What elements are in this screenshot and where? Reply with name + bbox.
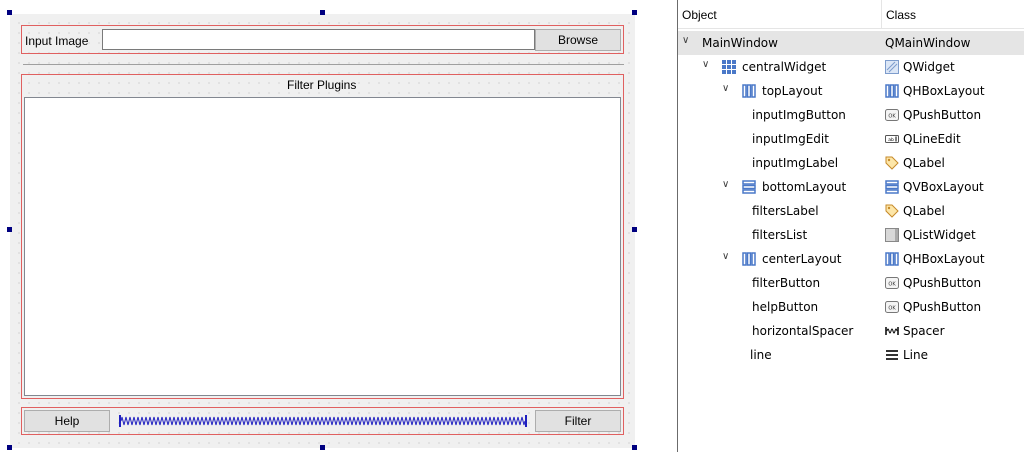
tree-row[interactable]: line Line bbox=[678, 343, 1024, 367]
object-name: filtersList bbox=[752, 228, 808, 242]
column-class[interactable]: Class bbox=[886, 8, 916, 22]
push-button-icon: OK bbox=[885, 276, 899, 290]
chevron-down-icon[interactable]: ∨ bbox=[722, 83, 729, 94]
object-name: helpButton bbox=[752, 300, 819, 314]
inspector-header: Object Class bbox=[678, 0, 1024, 29]
object-class: QListWidget bbox=[903, 228, 976, 242]
chevron-down-icon[interactable]: ∨ bbox=[682, 35, 689, 46]
column-object[interactable]: Object bbox=[682, 8, 717, 22]
input-image-field[interactable] bbox=[102, 29, 535, 50]
label-tag-icon bbox=[885, 204, 899, 218]
line-icon bbox=[885, 348, 899, 362]
object-class: QPushButton bbox=[903, 300, 982, 314]
resize-handle-br[interactable] bbox=[632, 445, 637, 450]
chevron-down-icon[interactable]: ∨ bbox=[722, 251, 729, 262]
list-widget-icon bbox=[885, 228, 899, 242]
object-class: Spacer bbox=[903, 324, 945, 338]
resize-handle-bl[interactable] bbox=[7, 445, 12, 450]
push-button-icon: OK bbox=[885, 108, 899, 122]
tree-row[interactable]: filterButton OK QPushButton bbox=[678, 271, 1024, 295]
object-class: QHBoxLayout bbox=[903, 252, 985, 266]
object-name: inputImgButton bbox=[752, 108, 846, 122]
hbox-layout-icon bbox=[885, 84, 899, 98]
object-name: MainWindow bbox=[702, 36, 778, 50]
object-name: inputImgLabel bbox=[752, 156, 839, 170]
object-class: QLineEdit bbox=[903, 132, 961, 146]
tree-row[interactable]: inputImgEdit ab QLineEdit bbox=[678, 127, 1024, 151]
object-class: QPushButton bbox=[903, 276, 982, 290]
input-image-label: Input Image bbox=[25, 34, 89, 48]
object-name: centralWidget bbox=[742, 60, 827, 74]
object-class: Line bbox=[903, 348, 929, 362]
help-button[interactable]: Help bbox=[24, 410, 110, 432]
line-edit-icon: ab bbox=[885, 132, 899, 146]
resize-handle-bm[interactable] bbox=[320, 445, 325, 450]
grid-layout-icon bbox=[722, 60, 736, 74]
hbox-layout-icon bbox=[742, 252, 756, 266]
object-name: filterButton bbox=[752, 276, 821, 290]
chevron-down-icon[interactable]: ∨ bbox=[722, 179, 729, 190]
filter-plugins-label: Filter Plugins bbox=[287, 78, 357, 92]
push-button-icon: OK bbox=[885, 300, 899, 314]
tree-row[interactable]: ∨ bottomLayout QVBoxLayout bbox=[678, 175, 1024, 199]
object-name: bottomLayout bbox=[762, 180, 847, 194]
chevron-down-icon[interactable]: ∨ bbox=[702, 59, 709, 70]
filters-list[interactable] bbox=[24, 97, 621, 396]
object-name: filtersLabel bbox=[752, 204, 819, 218]
svg-text:OK: OK bbox=[888, 306, 896, 312]
hbox-layout-icon bbox=[885, 252, 899, 266]
object-class: QPushButton bbox=[903, 108, 982, 122]
svg-text:ab: ab bbox=[888, 137, 894, 143]
spacer-spring-icon bbox=[121, 416, 525, 426]
resize-handle-ml[interactable] bbox=[7, 227, 12, 232]
tree-row[interactable]: helpButton OK QPushButton bbox=[678, 295, 1024, 319]
object-name: centerLayout bbox=[762, 252, 842, 266]
separator-line bbox=[23, 64, 624, 65]
resize-handle-tr[interactable] bbox=[632, 10, 637, 15]
tree-row[interactable]: ∨ centralWidget QWidget bbox=[678, 55, 1024, 79]
horizontal-spacer[interactable] bbox=[119, 415, 527, 427]
browse-button[interactable]: Browse bbox=[535, 29, 621, 51]
object-name: inputImgEdit bbox=[752, 132, 829, 146]
object-name: line bbox=[750, 348, 772, 362]
svg-text:OK: OK bbox=[888, 114, 896, 120]
tree-row[interactable]: inputImgLabel QLabel bbox=[678, 151, 1024, 175]
tree-row[interactable]: horizontalSpacer Spacer bbox=[678, 319, 1024, 343]
tree-row[interactable]: ∨ MainWindow QMainWindow bbox=[678, 31, 1024, 55]
spacer-icon bbox=[885, 324, 899, 338]
object-class: QVBoxLayout bbox=[903, 180, 984, 194]
resize-handle-tm[interactable] bbox=[320, 10, 325, 15]
svg-text:OK: OK bbox=[888, 282, 896, 288]
object-class: QWidget bbox=[903, 60, 955, 74]
object-name: horizontalSpacer bbox=[752, 324, 854, 338]
filter-button[interactable]: Filter bbox=[535, 410, 621, 432]
vbox-layout-icon bbox=[742, 180, 756, 194]
object-class: QHBoxLayout bbox=[903, 84, 985, 98]
object-name: topLayout bbox=[762, 84, 823, 98]
tree-row[interactable]: filtersList QListWidget bbox=[678, 223, 1024, 247]
object-class: QLabel bbox=[903, 204, 945, 218]
object-inspector: Object Class ∨ MainWindow QMainWindow ∨ cent… bbox=[678, 0, 1024, 452]
tree-row[interactable]: ∨ topLayout QHBoxLayout bbox=[678, 79, 1024, 103]
vbox-layout-icon bbox=[885, 180, 899, 194]
form-canvas[interactable]: Input Image Browse Filter Plugins Help F… bbox=[10, 14, 635, 448]
object-class: QMainWindow bbox=[885, 36, 971, 50]
hbox-layout-icon bbox=[742, 84, 756, 98]
tree-row[interactable]: inputImgButton OK QPushButton bbox=[678, 103, 1024, 127]
resize-handle-tl[interactable] bbox=[7, 10, 12, 15]
label-tag-icon bbox=[885, 156, 899, 170]
object-class: QLabel bbox=[903, 156, 945, 170]
widget-icon bbox=[885, 60, 899, 74]
tree-row[interactable]: ∨ centerLayout QHBoxLayout bbox=[678, 247, 1024, 271]
resize-handle-mr[interactable] bbox=[632, 227, 637, 232]
tree-row[interactable]: filtersLabel QLabel bbox=[678, 199, 1024, 223]
